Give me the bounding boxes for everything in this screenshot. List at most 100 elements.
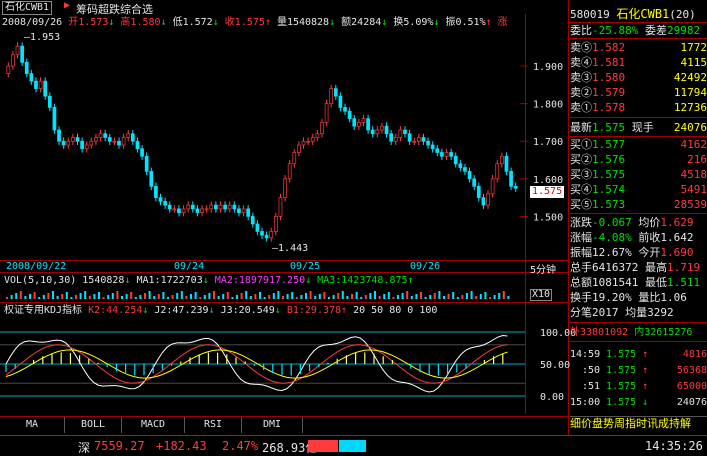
status-bar: 深 7559.27 +182.43 2.47% 268.93亿 14:35:26	[0, 435, 707, 456]
volume-bar	[273, 293, 275, 299]
tab-macd[interactable]: MACD	[122, 417, 185, 433]
candle-body	[320, 122, 323, 133]
volume-bar	[300, 295, 302, 299]
ask-price: 1.581	[592, 56, 625, 69]
volume-bar	[323, 292, 325, 299]
stat-label: 涨幅	[570, 231, 592, 244]
volume-bar	[369, 293, 371, 299]
candle-body	[394, 137, 397, 141]
breadth-bar	[308, 440, 366, 452]
candle-body	[177, 209, 180, 213]
ask-row[interactable]: 卖②1.57911794	[570, 86, 707, 99]
ask-label: 卖②	[570, 86, 592, 99]
candle-body	[48, 96, 51, 107]
trade-row: 14:59 1.575 ↑4816	[570, 348, 707, 361]
ask-label: 卖①	[570, 101, 592, 114]
stat-value: 1.642	[660, 231, 693, 244]
bid-row[interactable]: 买④1.5745491	[570, 183, 707, 196]
hand-value: 24076	[674, 121, 707, 134]
ma3-value: MA3:1423748.875	[317, 275, 407, 286]
trade-price: 1.575	[606, 397, 636, 408]
candle-body	[145, 156, 148, 171]
breadth-bar-down	[339, 440, 366, 452]
candlestick-chart[interactable]: 1.9001.8001.7001.6001.500	[0, 14, 568, 261]
candle-body	[233, 205, 236, 209]
ask-price: 1.578	[592, 101, 625, 114]
ask-vol: 12736	[674, 101, 707, 114]
candle-body	[445, 153, 448, 157]
bid-row[interactable]: 买③1.5754518	[570, 168, 707, 181]
volume-bar	[204, 295, 206, 299]
kdj-top-line	[0, 302, 568, 303]
candle-body	[311, 137, 314, 141]
bid-row[interactable]: 买②1.576216	[570, 153, 707, 166]
j2-value: J2:47.239	[154, 305, 208, 316]
stat-value: 1.06	[660, 291, 687, 304]
volume-bar	[360, 297, 362, 299]
volume-chart[interactable]	[0, 287, 525, 299]
volume-bar	[392, 297, 394, 299]
down-arrow-icon: ↓	[305, 275, 311, 286]
vol-value: 1540828	[82, 275, 124, 286]
volume-bar	[57, 296, 59, 299]
bid-row[interactable]: 买⑤1.57328539	[570, 198, 707, 211]
tab-rsi[interactable]: RSI	[185, 417, 242, 433]
ask-row[interactable]: 卖①1.578 12736	[570, 101, 707, 114]
candle-body	[62, 141, 65, 145]
volume-bar	[310, 291, 312, 299]
volume-bar	[185, 296, 187, 299]
volume-bar	[264, 297, 266, 299]
candle-body	[293, 153, 296, 164]
volume-bar	[112, 293, 114, 299]
tab-boll[interactable]: BOLL	[65, 417, 122, 433]
volume-bar	[346, 296, 348, 299]
price-tick-label: 1.800	[533, 100, 563, 111]
last-row: 最新1.575 现手24076	[570, 121, 707, 134]
tab-ma[interactable]: MA	[0, 417, 65, 433]
bid-row[interactable]: 买①1.5774162	[570, 138, 707, 151]
breadth-bar-up	[308, 440, 338, 452]
tab-dmi[interactable]: DMI	[242, 417, 303, 433]
volume-bar	[43, 295, 45, 299]
panel-bottom-tabs[interactable]: 细价盘势周指时讯成持解	[570, 416, 707, 431]
volume-bar	[415, 294, 417, 299]
candle-body	[454, 156, 457, 164]
candle-body	[403, 130, 406, 134]
kdj-title[interactable]: 权证专用KDJ指标	[4, 305, 82, 316]
candle-body	[256, 224, 259, 232]
ask-vol: 42492	[674, 71, 707, 84]
volume-bar	[149, 291, 151, 299]
candle-body	[307, 141, 310, 142]
candle-body	[99, 134, 102, 138]
stat-label: 今开	[638, 246, 660, 259]
trade-vol: 4816	[683, 348, 707, 361]
ask-row[interactable]: 卖⑤1.5821772	[570, 41, 707, 54]
up-arrow-icon: ↑	[341, 305, 347, 316]
divider	[570, 117, 707, 118]
candle-body	[385, 126, 388, 134]
volume-bar	[84, 291, 86, 299]
ask-row[interactable]: 卖③1.58042492	[570, 71, 707, 84]
candle-body	[196, 209, 199, 213]
volume-bar	[291, 292, 293, 299]
candle-body	[94, 137, 97, 141]
candle-body	[108, 137, 111, 141]
candle-body	[168, 205, 171, 209]
volume-bar	[227, 292, 229, 299]
volume-bar	[494, 295, 496, 299]
period-label[interactable]: 5分钟	[530, 261, 556, 276]
stock-name-box[interactable]: 石化CWB1	[2, 1, 52, 15]
volume-bar	[208, 293, 210, 299]
volume-bar	[116, 291, 118, 299]
stat-row: 涨跌-0.067 均价1.629	[570, 216, 707, 229]
volume-bar	[139, 295, 141, 299]
volume-bar	[429, 295, 431, 299]
volume-bar	[457, 297, 459, 299]
volume-bar	[498, 293, 500, 299]
kdj-chart[interactable]	[0, 316, 568, 416]
candle-body	[330, 89, 333, 104]
volume-bar	[434, 293, 436, 299]
stat-row: 总手6416372 最高1.719	[570, 261, 707, 274]
candle-body	[201, 209, 204, 213]
ask-row[interactable]: 卖④1.5814115	[570, 56, 707, 69]
